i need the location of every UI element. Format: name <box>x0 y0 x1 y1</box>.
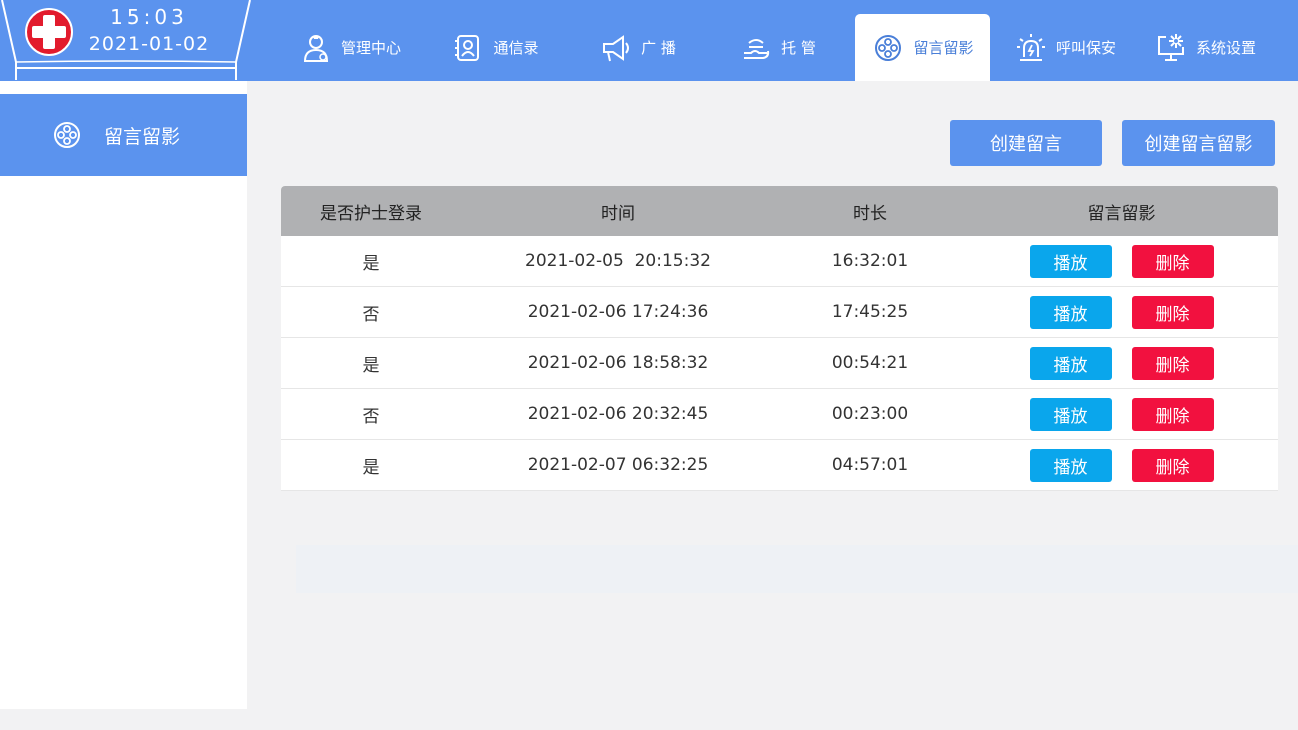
play-button[interactable]: 播放 <box>1029 397 1112 431</box>
nav-label: 系统设置 <box>1195 39 1256 57</box>
duration-cell: 17:45:25 <box>831 302 909 322</box>
actions-cell: 播放 删除 <box>965 244 1278 278</box>
nav-label: 通信录 <box>493 39 539 57</box>
create-video-message-button[interactable]: 创建留言留影 <box>1122 120 1275 166</box>
messages-table: 是否护士登录 时间 时长 留言留影 是 2021-02-05 20:15:32 … <box>281 186 1278 491</box>
column-header-nurse-login: 是否护士登录 <box>320 203 422 224</box>
actions-cell: 播放 删除 <box>965 448 1278 482</box>
nurse-login-cell: 否 <box>362 406 380 427</box>
actions-cell: 播放 删除 <box>965 295 1278 329</box>
play-button[interactable]: 播放 <box>1029 448 1112 482</box>
duration-cell: 04:57:01 <box>831 455 909 475</box>
time-cell: 2021-02-06 17:24:36 <box>527 302 709 322</box>
time-cell: 2021-02-06 18:58:32 <box>527 353 709 373</box>
actions-cell: 播放 删除 <box>965 397 1278 431</box>
sidebar-item-label: 留言留影 <box>104 125 181 148</box>
nav-label: 留言留影 <box>913 39 974 57</box>
top-bar: 15:03 2021-01-02 管理中心 通信录 广 播 托 管 留言留影 呼… <box>0 0 1298 81</box>
actions-cell: 播放 删除 <box>965 346 1278 380</box>
nav-messages[interactable]: 留言留影 <box>855 14 990 81</box>
film-reel-icon <box>871 31 905 65</box>
column-header-time: 时间 <box>601 203 635 224</box>
delete-button[interactable]: 删除 <box>1131 448 1214 482</box>
doctor-icon <box>299 31 333 65</box>
delete-button[interactable]: 删除 <box>1131 244 1214 278</box>
nav-custody[interactable]: 托 管 <box>725 14 830 81</box>
nav-broadcast[interactable]: 广 播 <box>585 14 690 81</box>
nurse-login-cell: 否 <box>362 304 380 325</box>
medical-cross-icon <box>25 8 73 56</box>
empty-area <box>296 545 1298 593</box>
duration-cell: 16:32:01 <box>831 251 909 271</box>
alarm-icon <box>1014 31 1048 65</box>
nav-system-settings[interactable]: 系统设置 <box>1145 14 1265 81</box>
play-button[interactable]: 播放 <box>1029 295 1112 329</box>
nav-label: 托 管 <box>781 39 816 57</box>
delete-button[interactable]: 删除 <box>1131 397 1214 431</box>
play-button[interactable]: 播放 <box>1029 244 1112 278</box>
nav-call-security[interactable]: 呼叫保安 <box>1005 14 1125 81</box>
column-header-duration: 时长 <box>853 203 887 224</box>
hand-icon <box>739 31 773 65</box>
table-row: 否 2021-02-06 20:32:45 00:23:00 播放 删除 <box>281 389 1278 440</box>
nav-management-center[interactable]: 管理中心 <box>290 14 410 81</box>
nurse-login-cell: 是 <box>362 253 380 274</box>
clock-time: 15:03 <box>110 5 188 29</box>
time-cell: 2021-02-07 06:32:25 <box>527 455 709 475</box>
film-reel-icon <box>54 122 80 148</box>
clock-panel: 15:03 2021-01-02 <box>0 0 252 81</box>
table-header: 是否护士登录 时间 时长 留言留影 <box>281 186 1278 236</box>
monitor-settings-icon <box>1154 31 1188 65</box>
play-button[interactable]: 播放 <box>1029 346 1112 380</box>
column-header-message: 留言留影 <box>1087 203 1156 224</box>
contacts-icon <box>451 31 485 65</box>
sidebar-item-messages[interactable]: 留言留影 <box>0 94 247 176</box>
table-row: 是 2021-02-07 06:32:25 04:57:01 播放 删除 <box>281 440 1278 491</box>
delete-button[interactable]: 删除 <box>1131 295 1214 329</box>
time-cell: 2021-02-05 20:15:32 <box>525 251 711 271</box>
megaphone-icon <box>599 31 633 65</box>
table-row: 是 2021-02-06 18:58:32 00:54:21 播放 删除 <box>281 338 1278 389</box>
duration-cell: 00:54:21 <box>831 353 909 373</box>
nav-label: 管理中心 <box>340 39 401 57</box>
time-cell: 2021-02-06 20:32:45 <box>527 404 709 424</box>
table-row: 是 2021-02-05 20:15:32 16:32:01 播放 删除 <box>281 236 1278 287</box>
nurse-login-cell: 是 <box>362 355 380 376</box>
table-row: 否 2021-02-06 17:24:36 17:45:25 播放 删除 <box>281 287 1278 338</box>
duration-cell: 00:23:00 <box>831 404 909 424</box>
nav-label: 广 播 <box>641 39 676 57</box>
nurse-login-cell: 是 <box>362 457 380 478</box>
nav-contacts[interactable]: 通信录 <box>440 14 550 81</box>
clock-date: 2021-01-02 <box>88 33 210 55</box>
delete-button[interactable]: 删除 <box>1131 346 1214 380</box>
nav-label: 呼叫保安 <box>1055 39 1116 57</box>
create-message-button[interactable]: 创建留言 <box>950 120 1102 166</box>
sidebar: 留言留影 <box>0 81 247 709</box>
